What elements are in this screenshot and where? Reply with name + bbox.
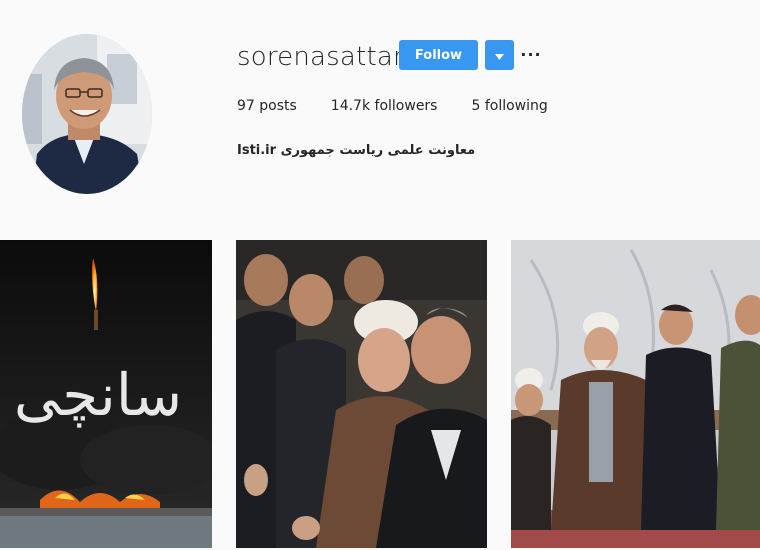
caret-down-icon [495,48,504,63]
sanchi-caption: سانچی [14,361,182,429]
more-options-icon: ··· [520,44,542,64]
profile-username: sorenasattari [237,42,412,72]
post-sanchi-candle[interactable]: سانچی [0,240,212,548]
follow-button[interactable]: Follow [399,40,478,70]
post-ceremony-audience[interactable] [236,240,487,548]
profile-stats: 97 posts 14.7k followers 5 following [237,98,582,114]
followers-count[interactable]: 14.7k followers [331,98,438,114]
following-count[interactable]: 5 following [471,98,547,114]
profile-bio: Isti.ir معاونت علمی ریاست جمهوری [237,143,476,158]
more-options-button[interactable]: ··· [520,44,542,64]
avatar [22,34,152,194]
suggestions-dropdown-button[interactable] [485,40,514,70]
post-clerics-group[interactable] [511,240,760,548]
posts-count: 97 posts [237,98,297,114]
